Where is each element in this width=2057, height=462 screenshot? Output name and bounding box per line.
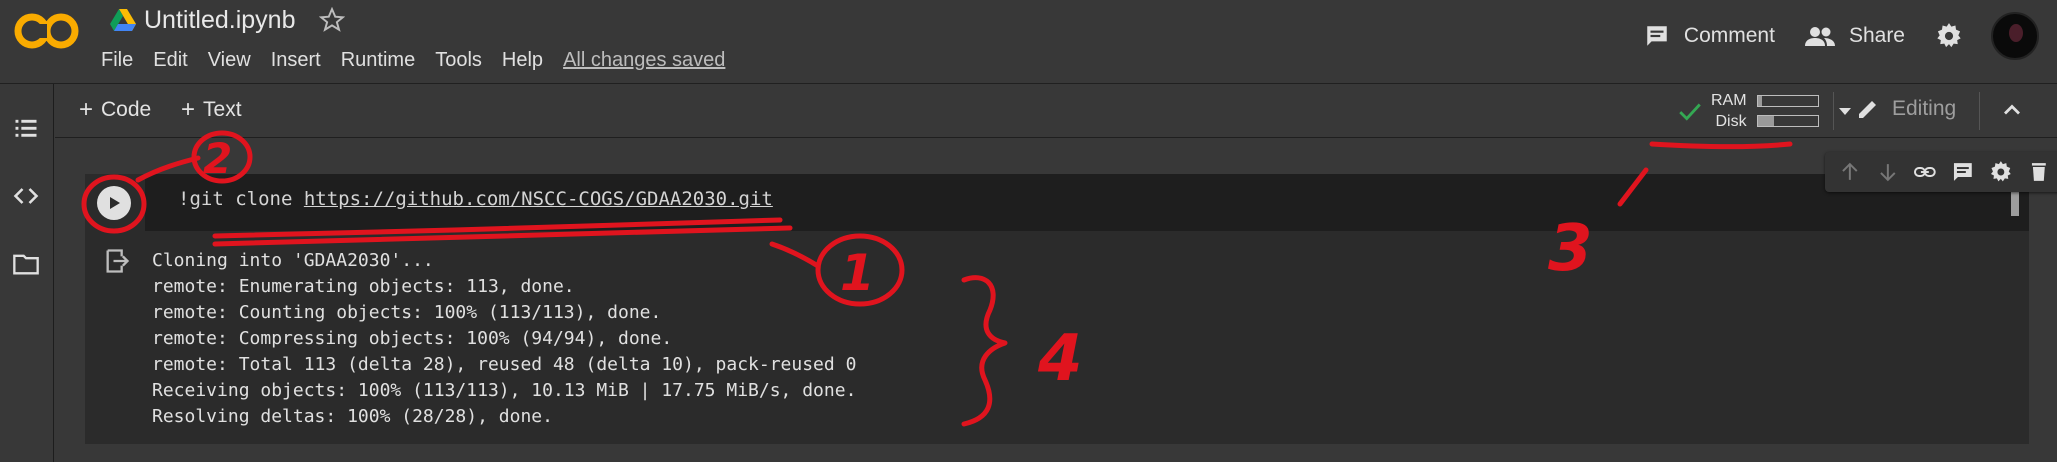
- table-of-contents-icon[interactable]: [12, 114, 40, 142]
- save-status[interactable]: All changes saved: [563, 49, 725, 72]
- output-line: Cloning into 'GDAA2030'...: [152, 250, 434, 271]
- add-text-cell-button[interactable]: + Text: [181, 98, 242, 122]
- menu-file[interactable]: File: [101, 49, 133, 72]
- share-label: Share: [1848, 24, 1905, 47]
- toolbar-divider: [1979, 92, 1980, 130]
- settings-gear-icon[interactable]: [1935, 22, 1963, 50]
- people-icon: [1804, 27, 1835, 46]
- notebook-toolbar: + Code + Text RAM Disk Editing: [55, 84, 2057, 138]
- menu-view[interactable]: View: [208, 49, 251, 72]
- menu-bar: File Edit View Insert Runtime Tools Help…: [101, 46, 725, 74]
- ram-usage-fill: [1757, 96, 1763, 106]
- comment-icon[interactable]: [1951, 159, 1975, 185]
- left-sidebar: [0, 84, 54, 462]
- notebook-body: !git clone https://github.com/NSCC-COGS/…: [55, 139, 2057, 462]
- editing-mode-button[interactable]: Editing: [1856, 97, 1956, 121]
- disk-usage-bar: [1756, 115, 1819, 127]
- cell-toolbar: [1825, 152, 2057, 192]
- menu-insert[interactable]: Insert: [271, 49, 321, 72]
- comment-button[interactable]: Comment: [1644, 23, 1775, 49]
- google-drive-icon: [110, 9, 136, 31]
- menu-help[interactable]: Help: [502, 49, 543, 72]
- run-cell-button[interactable]: [97, 186, 131, 220]
- caret-down-icon[interactable]: [1835, 101, 1855, 121]
- play-icon: [110, 197, 120, 209]
- chevron-up-icon[interactable]: [1998, 96, 2026, 124]
- output-line: remote: Compressing objects: 100% (94/94…: [152, 328, 673, 349]
- star-icon[interactable]: [319, 7, 346, 33]
- output-line: remote: Enumerating objects: 113, done.: [152, 276, 575, 297]
- add-text-label: Text: [203, 98, 242, 121]
- output-line: remote: Total 113 (delta 28), reused 48 …: [152, 354, 857, 375]
- delete-trash-icon[interactable]: [2027, 159, 2051, 185]
- cell-output: Cloning into 'GDAA2030'... remote: Enumer…: [152, 248, 856, 430]
- output-line: remote: Counting objects: 100% (113/113)…: [152, 302, 662, 323]
- repo-url-link[interactable]: https://github.com/NSCC-COGS/GDAA2030.gi…: [304, 188, 773, 210]
- code-editor[interactable]: !git clone https://github.com/NSCC-COGS/…: [145, 174, 2029, 231]
- menu-edit[interactable]: Edit: [153, 49, 187, 72]
- link-icon[interactable]: [1913, 159, 1937, 185]
- editor-scrollbar[interactable]: [2011, 190, 2019, 216]
- move-down-icon[interactable]: [1876, 159, 1900, 185]
- cell-settings-gear-icon[interactable]: [1989, 159, 2013, 185]
- disk-label: Disk: [1715, 113, 1747, 130]
- output-actions-icon[interactable]: [103, 247, 131, 275]
- ram-label: RAM: [1711, 92, 1747, 109]
- code-command: !git clone: [178, 188, 304, 210]
- disk-usage-fill: [1757, 116, 1775, 126]
- resource-labels: RAM Disk: [1711, 90, 1747, 132]
- resource-bars: [1756, 95, 1819, 127]
- comment-icon: [1647, 26, 1667, 46]
- plus-icon: +: [79, 96, 94, 123]
- runtime-resources[interactable]: RAM Disk: [1677, 86, 1855, 136]
- pencil-icon: [1859, 101, 1876, 118]
- menu-runtime[interactable]: Runtime: [341, 49, 415, 72]
- add-code-cell-button[interactable]: + Code: [79, 98, 151, 122]
- share-button[interactable]: Share: [1804, 24, 1905, 48]
- colab-logo[interactable]: [14, 12, 80, 50]
- plus-icon: +: [181, 96, 196, 123]
- editing-label: Editing: [1892, 97, 1957, 120]
- user-avatar[interactable]: [1991, 12, 2039, 60]
- code-snippets-icon[interactable]: [12, 182, 40, 210]
- app-header: Untitled.ipynb File Edit View Insert Run…: [0, 0, 2057, 84]
- notebook-title[interactable]: Untitled.ipynb: [144, 6, 295, 35]
- code-line[interactable]: !git clone https://github.com/NSCC-COGS/…: [178, 188, 773, 210]
- add-code-label: Code: [101, 98, 152, 121]
- connected-check-icon: [1679, 103, 1701, 121]
- comment-label: Comment: [1683, 24, 1775, 47]
- files-folder-icon[interactable]: [12, 250, 40, 278]
- code-cell[interactable]: !git clone https://github.com/NSCC-COGS/…: [85, 152, 2057, 444]
- toolbar-divider: [1833, 92, 1834, 130]
- move-up-icon[interactable]: [1838, 159, 1862, 185]
- menu-tools[interactable]: Tools: [435, 49, 482, 72]
- title-row: Untitled.ipynb: [110, 4, 346, 36]
- ram-usage-bar: [1756, 95, 1819, 107]
- output-line: Resolving deltas: 100% (28/28), done.: [152, 406, 553, 427]
- output-line: Receiving objects: 100% (113/113), 10.13…: [152, 380, 857, 401]
- header-actions: Comment Share: [1614, 12, 2039, 60]
